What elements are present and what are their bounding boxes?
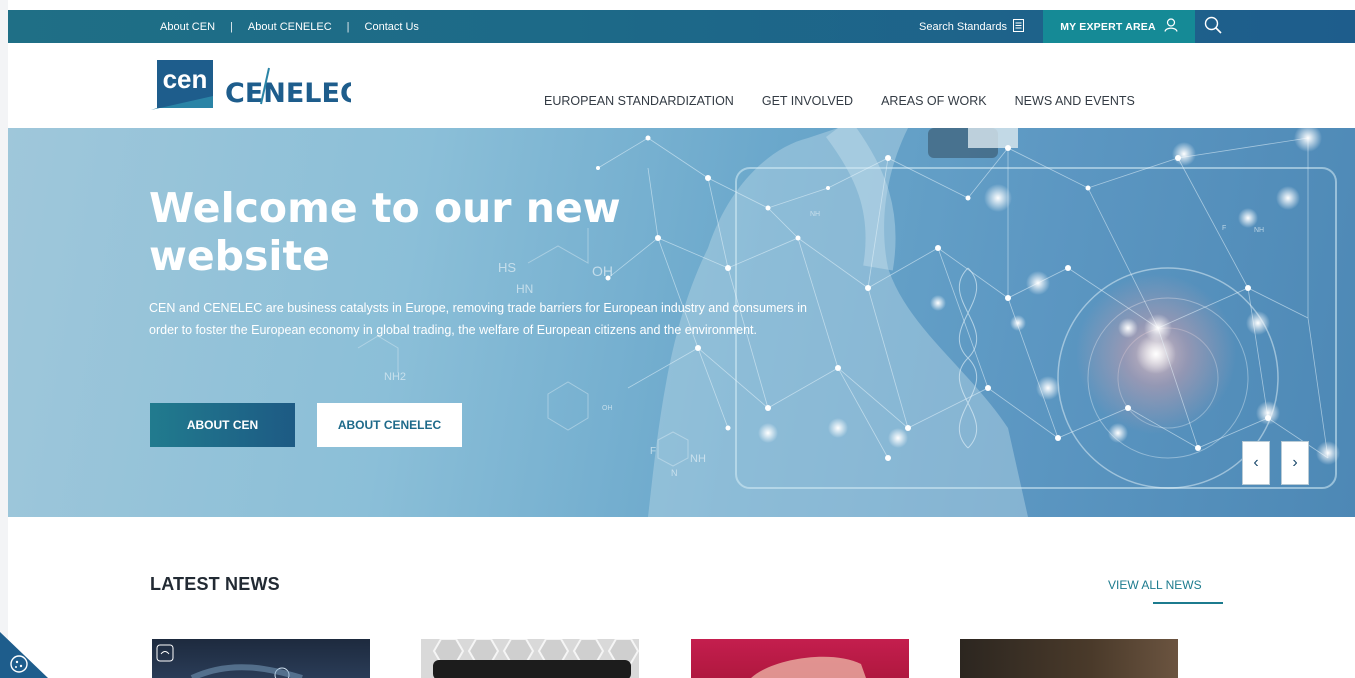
user-icon [1164,18,1178,35]
about-cen-link[interactable]: About CEN [160,21,215,33]
hero-description: CEN and CENELEC are business catalysts i… [149,301,807,337]
separator: | [346,20,350,33]
news-card-image[interactable] [960,639,1178,678]
molecule-label: NH [810,211,820,218]
chevron-left-icon: ‹ [1253,454,1259,471]
molecule-label: OH [602,405,613,412]
nav-get-involved[interactable]: GET INVOLVED [762,94,853,108]
my-expert-area-button[interactable]: MY EXPERT AREA [1043,10,1195,43]
latest-news-heading: LATEST NEWS [150,574,280,594]
document-icon [1013,18,1025,35]
cookie-icon [0,632,48,678]
news-image-technology [156,644,303,678]
nav-european-standardization[interactable]: EUROPEAN STANDARDIZATION [544,94,734,108]
view-all-underline [1153,602,1223,604]
molecule-label: HN [516,282,533,296]
chevron-right-icon: › [1292,454,1298,471]
news-image-hexagons [432,639,639,678]
molecule-label: NH2 [384,371,406,383]
expert-area-label: MY EXPERT AREA [1060,20,1156,33]
nav-areas-of-work[interactable]: AREAS OF WORK [881,94,987,108]
molecule-label: F [1222,225,1226,232]
news-card-image[interactable] [691,639,909,678]
molecule-label: F [650,446,656,457]
news-image-hand [751,656,866,678]
hero-banner: HS OH HN NH2 NH N F OH NH F NH Welcome t… [8,128,1355,517]
about-cenelec-button[interactable]: ABOUT CENELEC [317,403,462,447]
contact-us-link[interactable]: Contact Us [365,21,419,33]
nav-news-and-events[interactable]: NEWS AND EVENTS [1015,94,1135,108]
utility-bar: About CEN | About CENELEC | Contact Us S… [8,10,1355,43]
molecule-label: NH [1254,227,1264,234]
separator: | [230,20,233,33]
search-standards-link[interactable]: Search Standards [919,10,1025,43]
site-header: cen CENELEC EUROPEAN STANDARDIZATION GET… [8,43,1355,128]
main-nav: EUROPEAN STANDARDIZATION GET INVOLVED AR… [544,94,1135,108]
molecule-label: NH [690,453,706,465]
cen-cenelec-logo[interactable]: cen CENELEC [151,58,360,116]
molecule-label: N [671,468,678,478]
logo-cen-text: cen [163,64,208,94]
carousel-next-button[interactable]: › [1281,441,1309,485]
search-button[interactable] [1198,10,1228,43]
news-card-image[interactable] [152,639,370,678]
view-all-news-link[interactable]: VIEW ALL NEWS [1108,578,1202,592]
about-cenelec-link[interactable]: About CENELEC [248,21,332,33]
search-standards-label: Search Standards [919,20,1008,33]
page-left-gutter [0,0,8,678]
cookie-settings-button[interactable] [0,632,48,678]
utility-links: About CEN | About CENELEC | Contact Us [160,10,419,43]
news-card-image[interactable] [421,639,639,678]
carousel-prev-button[interactable]: ‹ [1242,441,1270,485]
hero-title: Welcome to our new website [149,184,621,280]
search-icon [1204,16,1222,37]
logo-cenelec-text: CENELEC [225,78,351,109]
about-cen-button[interactable]: ABOUT CEN [150,403,295,447]
